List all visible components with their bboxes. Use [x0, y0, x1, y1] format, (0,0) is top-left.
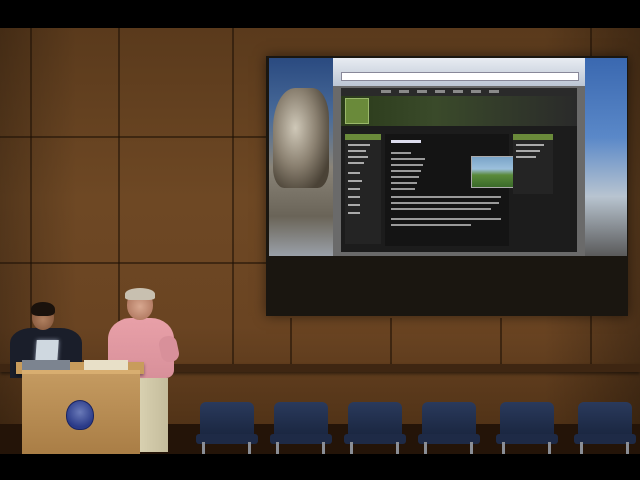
projected-website	[269, 58, 627, 256]
site-logo	[345, 98, 369, 124]
rock-formation-image	[273, 88, 329, 188]
site-nav-bar	[341, 88, 577, 96]
letterbox-top	[0, 0, 640, 28]
left-sidebar	[345, 134, 381, 244]
chair	[574, 402, 636, 454]
chair	[270, 402, 332, 454]
address-bar	[341, 72, 579, 81]
chair	[418, 402, 480, 454]
chair	[196, 402, 258, 454]
desktop-wallpaper-right	[585, 58, 627, 256]
papers-on-podium	[84, 360, 128, 370]
chair	[344, 402, 406, 454]
letterbox-bottom	[0, 454, 640, 480]
laptop-screen	[35, 340, 59, 362]
main-content	[385, 134, 521, 246]
browser-window	[333, 58, 585, 256]
site-header	[341, 96, 577, 126]
desktop-wallpaper-left	[269, 58, 333, 256]
video-frame	[0, 0, 640, 480]
laptop	[22, 360, 70, 370]
chair	[496, 402, 558, 454]
browser-toolbar	[333, 58, 585, 86]
institution-seal-icon	[66, 400, 94, 430]
speaker-trousers	[140, 376, 168, 452]
right-sidebar	[513, 134, 553, 194]
website-page	[341, 88, 577, 252]
